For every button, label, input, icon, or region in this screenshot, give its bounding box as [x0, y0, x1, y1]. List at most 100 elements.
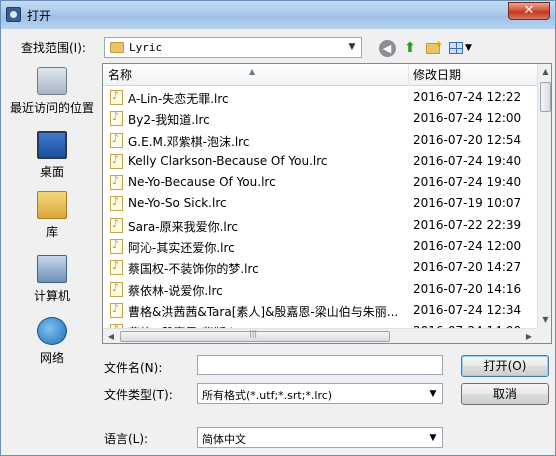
- place-libraries[interactable]: 库: [7, 189, 97, 249]
- scrollbar-corner: [537, 328, 551, 343]
- place-label: 桌面: [39, 165, 64, 179]
- file-row[interactable]: G.E.M.邓紫棋-泡沫.lrc 2016-07-20 12:54: [103, 130, 537, 151]
- filetype-label: 文件类型(T):: [104, 388, 173, 402]
- chevron-down-icon[interactable]: ▼: [427, 387, 439, 401]
- place-label: 最近访问的位置: [9, 101, 94, 115]
- file-name: Ne-Yo-Because Of You.lrc: [128, 175, 276, 190]
- filetype-dropdown[interactable]: 所有格式(*.utf;*.srt;*.lrc) ▼: [197, 383, 443, 404]
- file-name: By2-我知道.lrc: [128, 113, 210, 128]
- look-in-dropdown[interactable]: Lyric ▼: [104, 37, 362, 58]
- file-row[interactable]: Kelly Clarkson-Because Of You.lrc 2016-07…: [103, 151, 537, 172]
- file-date: 2016-07-22 22:39: [413, 217, 522, 232]
- file-name: 阿沁-其实还爱你.lrc: [128, 241, 235, 256]
- scroll-up-icon[interactable]: ▲: [538, 64, 551, 80]
- place-network[interactable]: 网络: [7, 315, 97, 375]
- sort-arrow-icon: ▲: [249, 67, 256, 76]
- file-name: 曹格&洪茜茜&Tara[素人]&殷嘉恩-梁山伯与朱丽...: [128, 304, 399, 319]
- column-header-date[interactable]: 修改日期: [410, 64, 537, 86]
- lyric-file-icon: [110, 132, 123, 148]
- view-menu-icon[interactable]: ▼: [447, 38, 475, 58]
- recent-places-icon: [37, 67, 67, 95]
- file-date: 2016-07-24 12:00: [413, 111, 522, 126]
- filetype-value: 所有格式(*.utf;*.srt;*.lrc): [202, 389, 333, 402]
- file-date: 2016-07-24 19:40: [413, 153, 522, 168]
- scroll-down-icon[interactable]: ▼: [538, 312, 551, 328]
- file-list[interactable]: 名称 ▲ 修改日期 A-Lin-失恋无罪.lrc 2016-07-24 12:22…: [102, 63, 552, 344]
- file-name: G.E.M.邓紫棋-泡沫.lrc: [128, 134, 250, 149]
- file-name: A-Lin-失恋无罪.lrc: [128, 92, 229, 106]
- file-name: Sara-原来我爱你.lrc: [128, 219, 239, 234]
- open-button[interactable]: 打开(O): [461, 355, 549, 377]
- column-header-name[interactable]: 名称 ▲: [103, 64, 409, 86]
- file-rows: A-Lin-失恋无罪.lrc 2016-07-24 12:22 By2-我知道.l…: [103, 87, 537, 343]
- file-date: 2016-07-24 12:00: [413, 239, 522, 254]
- filename-input[interactable]: [197, 355, 443, 375]
- chevron-down-icon[interactable]: ▼: [427, 431, 439, 445]
- language-value: 简体中文: [202, 433, 246, 446]
- column-name-label: 名称: [108, 68, 133, 82]
- file-name: 蔡依林-说爱你.lrc: [128, 283, 223, 298]
- chevron-down-icon[interactable]: ▼: [345, 40, 359, 55]
- file-date: 2016-07-24 12:22: [413, 90, 522, 104]
- file-row[interactable]: Ne-Yo-So Sick.lrc 2016-07-19 10:07: [103, 193, 537, 214]
- file-row[interactable]: Ne-Yo-Because Of You.lrc 2016-07-24 19:40: [103, 172, 537, 193]
- close-button[interactable]: ✕: [508, 2, 550, 20]
- chevron-down-icon: ▼: [465, 43, 472, 53]
- cancel-button[interactable]: 取消: [461, 383, 549, 405]
- language-label: 语言(L):: [104, 432, 149, 446]
- vertical-scrollbar[interactable]: ▲ ▼: [537, 64, 551, 328]
- up-folder-icon[interactable]: ⬆: [400, 38, 420, 58]
- vertical-scroll-thumb[interactable]: [540, 82, 551, 112]
- lyric-file-icon: [110, 217, 123, 233]
- grid-view-icon: [449, 42, 463, 54]
- file-date: 2016-07-20 14:16: [413, 281, 522, 296]
- file-name: 蔡国权-不装饰你的梦.lrc: [128, 262, 259, 277]
- file-row[interactable]: 蔡依林-说爱你.lrc 2016-07-20 14:16: [103, 279, 537, 300]
- horizontal-scroll-thumb[interactable]: [120, 329, 390, 342]
- file-row[interactable]: 蔡国权-不装饰你的梦.lrc 2016-07-20 14:27: [103, 257, 537, 278]
- open-file-dialog: 打开 ✕ 查找范围(I): Lyric ▼ ◀ ⬆ ✦ ▼ 最近访问的位置 桌面…: [0, 0, 556, 456]
- back-icon[interactable]: ◀: [377, 38, 397, 58]
- file-row[interactable]: By2-我知道.lrc 2016-07-24 12:00: [103, 108, 537, 129]
- file-row[interactable]: A-Lin-失恋无罪.lrc 2016-07-24 12:22: [103, 87, 537, 108]
- place-recent[interactable]: 最近访问的位置: [7, 65, 97, 125]
- lyric-file-icon: [110, 174, 123, 191]
- file-name: Ne-Yo-So Sick.lrc: [128, 196, 227, 211]
- look-in-value: Lyric: [129, 41, 163, 54]
- window-title: 打开: [27, 9, 52, 23]
- language-dropdown[interactable]: 简体中文 ▼: [197, 427, 443, 448]
- lyric-file-icon: [110, 195, 123, 212]
- file-date: 2016-07-19 10:07: [413, 196, 522, 211]
- file-date: 2016-07-24 19:40: [413, 175, 522, 190]
- list-header: 名称 ▲ 修改日期: [103, 64, 537, 86]
- lyric-file-icon: [110, 302, 123, 318]
- sparkle-icon: ✦: [434, 38, 444, 51]
- lyric-file-icon: [110, 238, 123, 255]
- title-bar[interactable]: 打开 ✕: [1, 1, 555, 29]
- file-date: 2016-07-20 12:54: [413, 132, 522, 147]
- folder-icon: [110, 42, 124, 53]
- place-computer[interactable]: 计算机: [7, 253, 97, 313]
- lyric-file-icon: [110, 281, 123, 297]
- file-row[interactable]: 曹格&洪茜茜&Tara[素人]&殷嘉恩-梁山伯与朱丽... 2016-07-24 …: [103, 300, 537, 321]
- computer-icon: [37, 255, 67, 283]
- new-folder-icon[interactable]: ✦: [423, 38, 443, 58]
- lyric-file-icon: [110, 259, 123, 276]
- network-icon: [37, 317, 67, 345]
- filename-label: 文件名(N):: [104, 361, 163, 375]
- scroll-left-icon[interactable]: ◀: [103, 329, 119, 343]
- file-row[interactable]: Sara-原来我爱你.lrc 2016-07-22 22:39: [103, 215, 537, 236]
- lyric-file-icon: [110, 153, 123, 169]
- places-bar: 最近访问的位置 桌面 库 计算机 网络: [7, 63, 97, 383]
- file-name: Kelly Clarkson-Because Of You.lrc: [128, 153, 328, 168]
- libraries-icon: [37, 191, 67, 219]
- scroll-right-icon[interactable]: ▶: [521, 329, 537, 343]
- lyric-file-icon: [110, 89, 123, 105]
- app-icon: [6, 7, 21, 22]
- place-desktop[interactable]: 桌面: [7, 129, 97, 189]
- lyric-file-icon: [110, 110, 123, 127]
- horizontal-scrollbar[interactable]: ◀ ▶: [103, 328, 537, 343]
- file-row[interactable]: 阿沁-其实还爱你.lrc 2016-07-24 12:00: [103, 236, 537, 257]
- place-label: 计算机: [33, 289, 70, 303]
- place-label: 网络: [39, 351, 64, 365]
